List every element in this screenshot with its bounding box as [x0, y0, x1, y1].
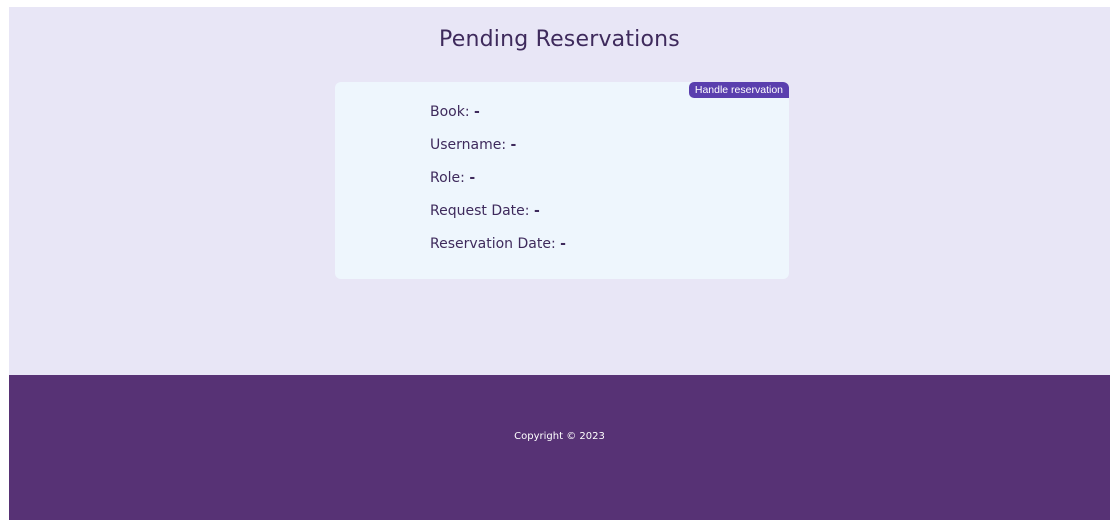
app-frame: Pending Reservations Handle reservation … — [9, 7, 1110, 520]
copyright-text: Copyright © 2023 — [514, 431, 605, 442]
request-date-field: Request Date: - — [430, 203, 540, 219]
role-label: Role: — [430, 170, 465, 186]
role-value: - — [469, 170, 476, 186]
reservation-date-value: - — [560, 236, 566, 252]
book-label: Book: — [430, 104, 470, 120]
reservation-card: Handle reservation Book: - Username: - R… — [335, 82, 789, 279]
username-label: Username: — [430, 137, 507, 153]
request-date-label: Request Date: — [430, 203, 530, 219]
footer: Copyright © 2023 — [9, 375, 1110, 520]
reservation-date-label: Reservation Date: — [430, 236, 556, 252]
page-title: Pending Reservations — [439, 27, 680, 52]
username-field: Username: - — [430, 137, 516, 153]
reservation-date-field: Reservation Date: - — [430, 236, 566, 252]
role-field: Role: - — [430, 170, 475, 186]
request-date-value: - — [533, 203, 540, 219]
book-field: Book: - — [430, 104, 480, 120]
handle-reservation-button[interactable]: Handle reservation — [688, 82, 789, 98]
main-content: Pending Reservations Handle reservation … — [9, 7, 1110, 375]
book-value: - — [474, 104, 480, 120]
username-value: - — [510, 137, 517, 153]
